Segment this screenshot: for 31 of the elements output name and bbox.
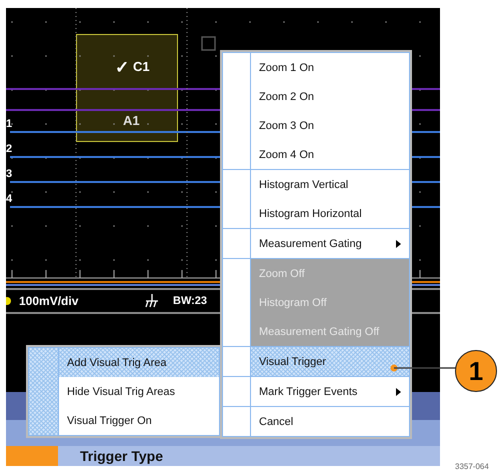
menu-item[interactable]: Zoom 2 On <box>251 82 409 111</box>
submenu-arrow-icon <box>396 240 401 248</box>
panel-title: Trigger Type <box>80 448 163 464</box>
trace-label: 3 <box>6 168 12 180</box>
check-icon: ✓ <box>115 57 129 78</box>
trace-label: 2 <box>6 143 12 155</box>
trigger-tab[interactable] <box>6 446 58 466</box>
channel-box[interactable]: ✓ C1 A1 <box>76 34 178 142</box>
menu-item[interactable]: Add Visual Trig Area <box>59 348 219 377</box>
menu-item[interactable]: Visual Trigger On <box>59 406 219 435</box>
figure-number: 3357-064 <box>455 462 489 471</box>
menu-item[interactable]: Histogram Horizontal <box>251 199 409 228</box>
menu-item[interactable]: Measurement Gating <box>251 229 409 258</box>
menu-item[interactable]: Cancel <box>251 407 409 436</box>
menu-item[interactable]: Zoom 3 On <box>251 111 409 140</box>
menu-item[interactable]: Zoom 1 On <box>251 53 409 82</box>
menu-item[interactable]: Visual Trigger <box>251 347 409 376</box>
bandwidth-readout: BW:23 <box>173 295 208 307</box>
menu-item[interactable]: Zoom 4 On <box>251 140 409 169</box>
vertical-scale: 100mV/div <box>19 294 80 308</box>
menu-item[interactable]: Hide Visual Trig Areas <box>59 377 219 406</box>
trace-label: 1 <box>6 118 12 130</box>
menu-item[interactable]: Histogram Vertical <box>251 170 409 199</box>
callout-number: 1 <box>455 350 497 392</box>
menu-item[interactable]: Mark Trigger Events <box>251 377 409 406</box>
trace-label: 4 <box>6 193 12 205</box>
submenu-arrow-icon <box>396 388 401 396</box>
channel-label: C1 <box>133 59 150 74</box>
channel-sublabel: A1 <box>123 113 140 128</box>
leader-line <box>390 364 458 372</box>
ground-icon <box>145 294 159 308</box>
